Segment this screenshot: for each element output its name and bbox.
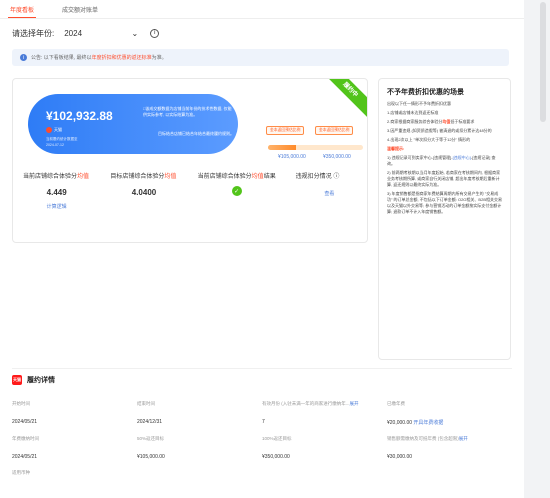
year-filter-label: 请选择年份:: [12, 28, 55, 38]
page-scrollbar[interactable]: [536, 0, 550, 498]
target-description: 目标结合店铺已结合年结合最终履约规则。: [158, 131, 234, 136]
details-title: 履约详情: [27, 377, 55, 384]
fee-receipt-link[interactable]: 开具年费收据: [413, 420, 443, 426]
tip-3: 3) 年度销售额是指商家年费结算周期内所有交易产生的 "交易成功" 的订单总金额…: [387, 191, 502, 214]
target-50-amount: ¥105,000.00: [278, 154, 306, 160]
violation-center-link[interactable]: [违规中心]: [453, 155, 471, 160]
progress-fill: [268, 145, 296, 150]
badge-label: 天猫: [54, 127, 62, 132]
info-icon[interactable]: i: [150, 28, 160, 38]
details-grid: 开始时间 2024/05/21 结束时间 2024/12/31 有效月份 (入驻…: [12, 401, 512, 476]
tabs-divider: [0, 18, 524, 19]
target-100-amount: ¥350,000.00: [323, 154, 351, 160]
details-row: 年费缴纳时间 2024/05/21 50%返还目标 ¥105,000.00 10…: [12, 436, 512, 460]
expand-link[interactable]: 展开: [459, 436, 468, 441]
main-page: 年度看板 成交额对账单 请选择年份: 2024 ⌄ i i 公告: 以下看板结果…: [0, 0, 524, 498]
amount-value: ¥102,932.88: [46, 109, 113, 123]
deductible-fee-cell: 销售额需缴纳及可抵年费 (包含超限)展开 ¥30,000.00: [387, 436, 468, 460]
chevron-down-icon: ⌄: [131, 28, 139, 38]
scrollbar-thumb[interactable]: [540, 2, 546, 122]
progress-bar: [268, 145, 363, 150]
fee-paid-time-cell: 年费缴纳时间 2024/05/21: [12, 436, 39, 460]
target-tag-100: 金本返回预估比例: [315, 126, 354, 135]
notice-suffix: 为准。: [151, 55, 167, 61]
notice-banner: i 公告: 以下看板结果, 最终以 年度折扣和优惠的返还标准 为准。: [12, 49, 509, 66]
currency-label: 适用币种: [12, 470, 30, 475]
metrics-row: 当前店铺综合体验分均值 4.449 计算逻辑 目标店铺综合体验分均值 4.040…: [23, 171, 363, 210]
metric-title: 当前店铺综合体验分均值结果: [197, 174, 276, 180]
metric-value: 4.449: [46, 188, 67, 197]
tmall-badge: 天猫: [46, 127, 68, 133]
metric-violation: 违规扣分情况 ⓘ 查看: [296, 171, 363, 210]
start-time-cell: 开始时间 2024/05/21: [12, 401, 38, 425]
amount-description: □该成交额数据为店铺当前年份的技术性数据, 仅能供实际参考, 以实际结算为准。: [143, 106, 232, 117]
tmall-icon: 天猫: [12, 375, 22, 385]
rule-1: 1.店铺或店铺未达到返还标准: [387, 110, 439, 115]
tab-annual-board[interactable]: 年度看板: [8, 2, 37, 18]
year-filter: 请选择年份: 2024 ⌄ i: [12, 27, 160, 39]
fulfillment-details: 天猫 履约详情 开始时间 2024/05/21 结束时间 2024/12/31 …: [12, 368, 512, 498]
notice-highlight-link[interactable]: 年度折扣和优惠的返还标准: [92, 54, 152, 61]
rule-4: 4.出现2次以上 "单次扣分大于等于12分" 情形的: [387, 137, 471, 142]
details-header: 天猫 履约详情: [12, 375, 55, 385]
rules-title: 不予年费折扣优惠的场景: [387, 89, 464, 96]
target-50-cell: 50%返还目标 ¥105,000.00: [137, 436, 165, 460]
info-icon[interactable]: ⓘ: [333, 174, 339, 180]
info-icon: i: [20, 54, 27, 61]
violation-view-link[interactable]: 查看: [296, 190, 363, 197]
tab-sales-statement[interactable]: 成交额对账单: [60, 2, 100, 18]
valid-months-cell: 有效月份 (入驻未满一年的商家进行缴纳年...展开 7: [262, 401, 359, 425]
expand-link[interactable]: 展开: [350, 401, 359, 406]
paid-fee-cell: 已缴年费 ¥20,000.00 开具年费收据: [387, 401, 444, 426]
rule-3: 3.因严重违规 (如资质造假等) 被清退的或扣分累计达48分的: [387, 128, 492, 133]
metric-title: 当前店铺综合体验分均值: [23, 174, 90, 180]
performance-card: 履约中 ¥102,932.88 天猫 当前履约统计数据至 2024-07-12 …: [12, 78, 368, 243]
rule-2: 2.商家根据商家服务综合体验分均值低于标准要求: [387, 119, 475, 124]
year-select-value: 2024: [64, 28, 83, 38]
metric-score-result: 当前店铺综合体验分均值结果 ✓: [198, 171, 276, 210]
year-select[interactable]: 2024 ⌄: [60, 27, 142, 39]
notice-text: 公告: 以下看板结果, 最终以: [31, 55, 92, 61]
top-tabs: 年度看板 成交额对账单: [8, 2, 100, 18]
tip-2: 2) 前两期考核期以当月年度起始, 若商家在考核期间内, 根据商家业务考核期所算…: [387, 170, 501, 187]
metric-title: 违规扣分情况 ⓘ: [295, 174, 340, 180]
amount-panel: ¥102,932.88 天猫 当前履约统计数据至 2024-07-12 □该成交…: [28, 94, 238, 154]
tip-1: 1) 违规记录可到卖家中心-[违规管理]-[违规中心]-[违规记录] 查询。: [387, 155, 496, 166]
metric-value: 4.0400: [131, 188, 157, 197]
details-row: 开始时间 2024/05/21 结束时间 2024/12/31 有效月份 (入驻…: [12, 401, 512, 426]
stats-date: 2024-07-12: [46, 143, 64, 147]
target-100-cell: 100%返还目标 ¥350,000.00: [262, 436, 292, 460]
rules-intro: 出现以下任一情形不予年费折扣优惠: [387, 101, 451, 106]
target-tag-50: 金本返回预估比例: [266, 126, 305, 135]
check-icon: ✓: [231, 186, 242, 196]
tips-heading: 温馨提示:: [387, 146, 405, 151]
status-ribbon: 履约中: [320, 79, 367, 120]
tmall-icon: [46, 127, 52, 133]
end-time-cell: 结束时间 2024/12/31: [137, 401, 163, 425]
metric-title: 目标店铺综合体验分均值: [110, 174, 177, 180]
calc-logic-link[interactable]: 计算逻辑: [23, 203, 90, 210]
stats-caption: 当前履约统计数据至: [46, 137, 78, 141]
rules-panel: 不予年费折扣优惠的场景 出现以下任一情形不予年费折扣优惠 1.店铺或店铺未达到返…: [378, 78, 511, 360]
metric-target-score: 目标店铺综合体验分均值 4.0400: [110, 171, 177, 210]
metric-current-score: 当前店铺综合体验分均值 4.449 计算逻辑: [23, 171, 90, 210]
